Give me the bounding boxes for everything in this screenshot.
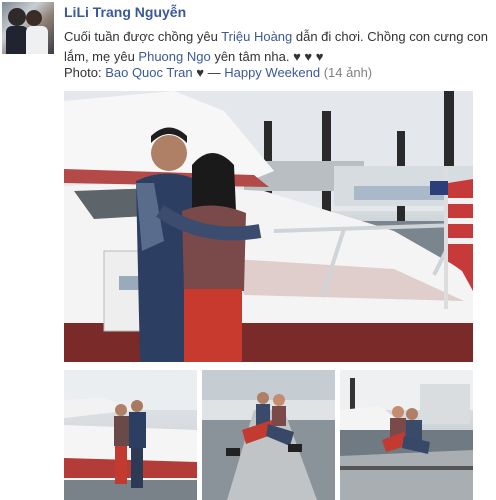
photo-label: Photo:: [64, 65, 106, 80]
photo-credit: Photo: Bao Quoc Tran ♥ — Happy Weekend (…: [64, 65, 372, 80]
avatar[interactable]: [2, 2, 54, 54]
thumbnail-photo-1[interactable]: [64, 370, 197, 500]
message-text: Cuối tuần được chồng yêu: [64, 29, 222, 44]
album-count: (14 ảnh): [320, 65, 373, 80]
tag-trieu-hoang[interactable]: Triệu Hoàng: [221, 29, 292, 44]
main-photo[interactable]: [64, 91, 473, 362]
thumbnail-illustration: [64, 370, 197, 500]
tag-phuong-ngo[interactable]: Phuong Ngo: [138, 49, 210, 64]
photographer-link[interactable]: Bao Quoc Tran: [105, 65, 192, 80]
thumbnail-photo-3[interactable]: [340, 370, 473, 500]
thumbnail-illustration: [340, 370, 473, 500]
thumbnail-illustration: [202, 370, 335, 500]
album-link[interactable]: Happy Weekend: [224, 65, 320, 80]
message-text: yên tâm nha. ♥ ♥ ♥: [210, 49, 324, 64]
post-message: Cuối tuần được chồng yêu Triệu Hoàng dẫn…: [64, 27, 494, 67]
post-author[interactable]: LiLi Trang Nguyễn: [64, 4, 186, 20]
thumbnail-photo-2[interactable]: [202, 370, 335, 500]
main-photo-illustration: [64, 91, 473, 362]
separator: ♥ —: [192, 65, 225, 80]
